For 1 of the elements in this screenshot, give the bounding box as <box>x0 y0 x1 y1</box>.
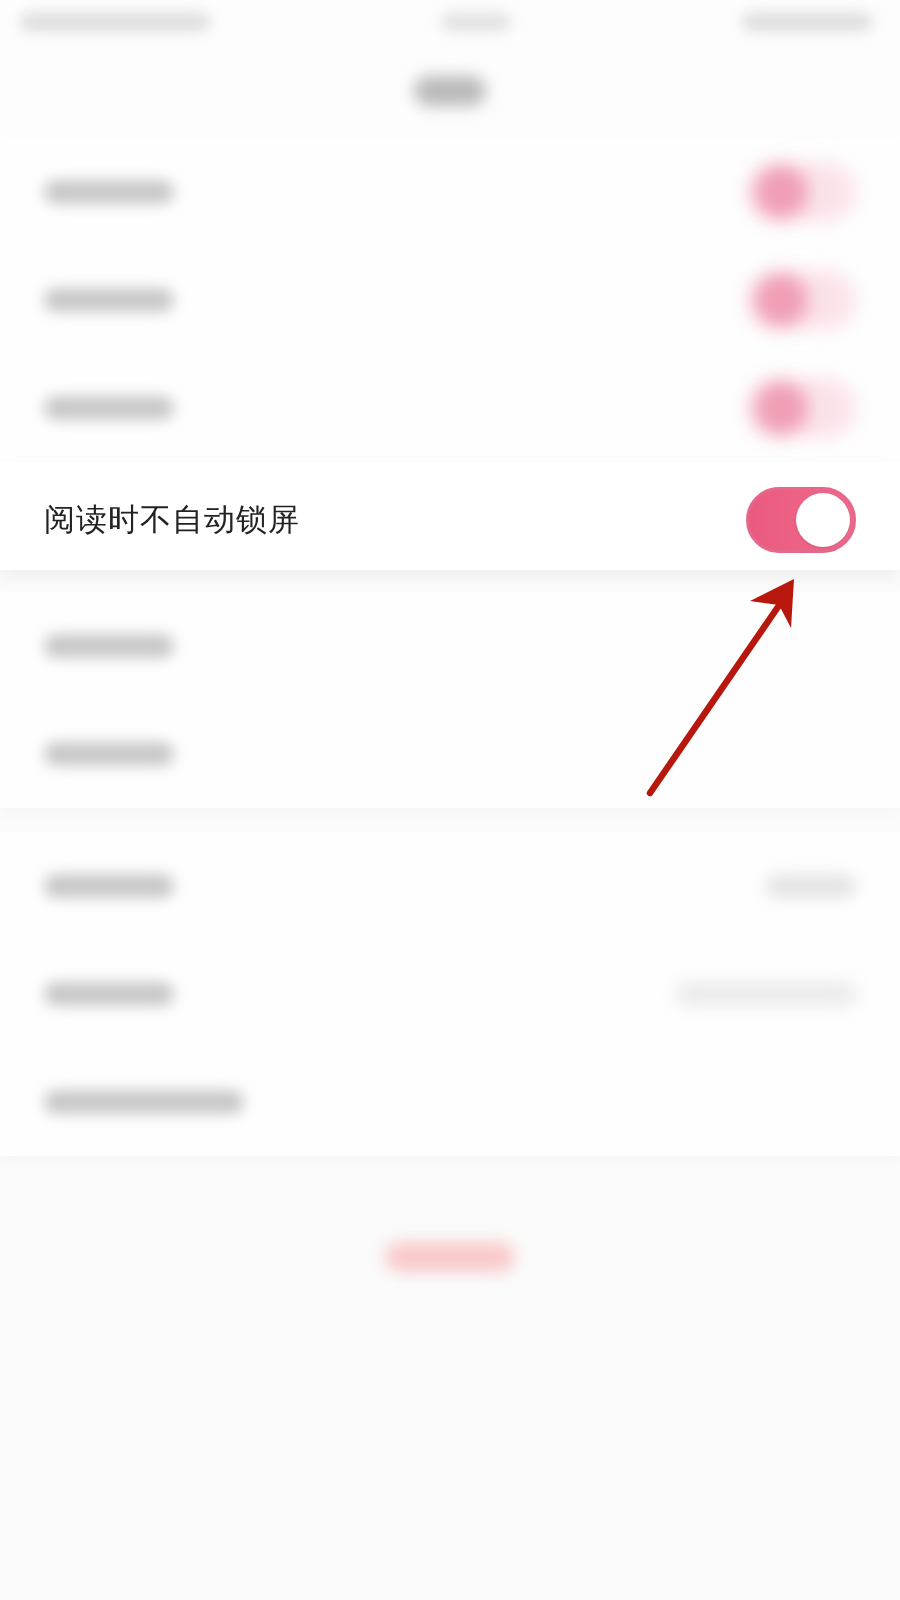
setting-label: 阅读时不自动锁屏 <box>44 500 300 539</box>
